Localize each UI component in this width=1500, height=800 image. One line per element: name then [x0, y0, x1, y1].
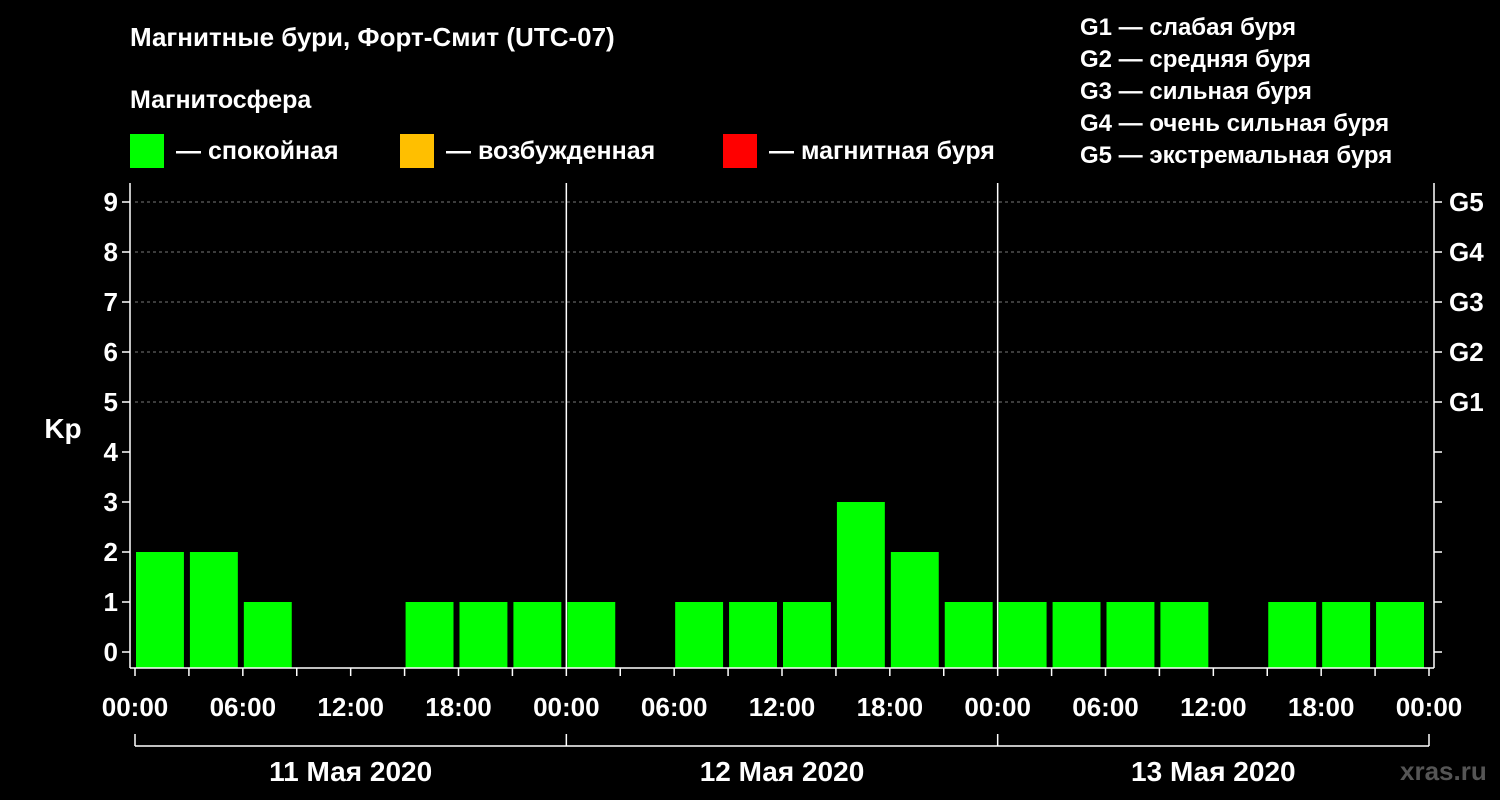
kp-bar — [675, 602, 724, 668]
x-tick-label: 06:00 — [1072, 692, 1139, 722]
kp-bar — [783, 602, 831, 668]
kp-bar — [998, 602, 1047, 668]
kp-bar — [189, 552, 238, 668]
chart-title: Магнитные бури, Форт-Смит (UTC-07) — [130, 22, 615, 52]
x-tick-label: 00:00 — [102, 692, 169, 722]
g-level-label: G3 — [1449, 287, 1484, 317]
kp-bar — [890, 552, 939, 668]
legend-active: — возбужденная — [400, 133, 655, 169]
legend-storm-swatch — [723, 134, 757, 168]
kp-bar — [1106, 602, 1155, 668]
storm-level-g4: G4 — очень сильная буря — [1080, 110, 1390, 137]
storm-level-g3: G3 — сильная буря — [1080, 78, 1312, 105]
kp-bar — [405, 602, 454, 668]
g-level-label: G2 — [1449, 337, 1484, 367]
watermark: xras.ru — [1400, 756, 1487, 786]
legend-active-label: — возбужденная — [446, 136, 656, 165]
legend-storm: — магнитная буря — [723, 133, 995, 169]
x-tick-label: 18:00 — [1288, 692, 1355, 722]
g-level-label: G4 — [1449, 237, 1484, 267]
kp-bar — [459, 602, 508, 668]
storm-level-g1: G1 — слабая буря — [1080, 14, 1297, 41]
y-tick-label: 2 — [104, 537, 118, 567]
y-tick-label: 6 — [104, 337, 118, 367]
kp-bar — [1322, 602, 1371, 668]
y-tick-label: 8 — [104, 237, 118, 267]
day-label: 12 Мая 2020 — [700, 756, 865, 787]
storm-level-g5: G5 — экстремальная буря — [1080, 142, 1393, 169]
kp-bar — [1376, 602, 1424, 668]
storm-level-legend: G1 — слабая буря G2 — средняя буря G3 — … — [1080, 12, 1392, 172]
x-tick-label: 12:00 — [1180, 692, 1247, 722]
kp-bar — [944, 602, 993, 668]
x-tick-label: 18:00 — [857, 692, 924, 722]
y-tick-label: 4 — [104, 437, 119, 467]
x-tick-label: 06:00 — [210, 692, 277, 722]
x-tick-label: 00:00 — [964, 692, 1031, 722]
kp-bar — [513, 602, 562, 668]
kp-bar — [836, 502, 885, 668]
kp-bar — [729, 602, 777, 668]
legend-quiet-label: — спокойная — [176, 136, 339, 165]
kp-bar — [1052, 602, 1101, 668]
kp-bar — [136, 552, 184, 668]
y-tick-label: 5 — [104, 387, 118, 417]
x-tick-label: 12:00 — [749, 692, 816, 722]
y-tick-label: 1 — [104, 587, 118, 617]
y-tick-label: 3 — [104, 487, 118, 517]
y-tick-label: 0 — [104, 637, 118, 667]
g-level-label: G1 — [1449, 387, 1484, 417]
day-label: 13 Мая 2020 — [1131, 756, 1296, 787]
legend-storm-label: — магнитная буря — [769, 136, 995, 165]
day-label: 11 Мая 2020 — [269, 756, 432, 787]
x-tick-label: 18:00 — [425, 692, 492, 722]
legend-quiet-swatch — [130, 134, 164, 168]
legend-quiet: — спокойная — [130, 133, 339, 169]
kp-bar — [1160, 602, 1209, 668]
y-tick-label: 7 — [104, 287, 118, 317]
g-level-label: G5 — [1449, 187, 1484, 217]
magnetosphere-title: Магнитосфера — [130, 86, 312, 114]
x-tick-label: 00:00 — [1396, 692, 1463, 722]
kp-bar — [1268, 602, 1317, 668]
x-tick-label: 06:00 — [641, 692, 708, 722]
y-tick-label: 9 — [104, 187, 118, 217]
y-axis-label: Kp — [44, 413, 81, 444]
x-tick-label: 12:00 — [317, 692, 384, 722]
kp-bar — [243, 602, 292, 668]
storm-level-g2: G2 — средняя буря — [1080, 46, 1311, 73]
kp-bar — [567, 602, 616, 668]
x-tick-label: 00:00 — [533, 692, 600, 722]
legend-active-swatch — [400, 134, 434, 168]
